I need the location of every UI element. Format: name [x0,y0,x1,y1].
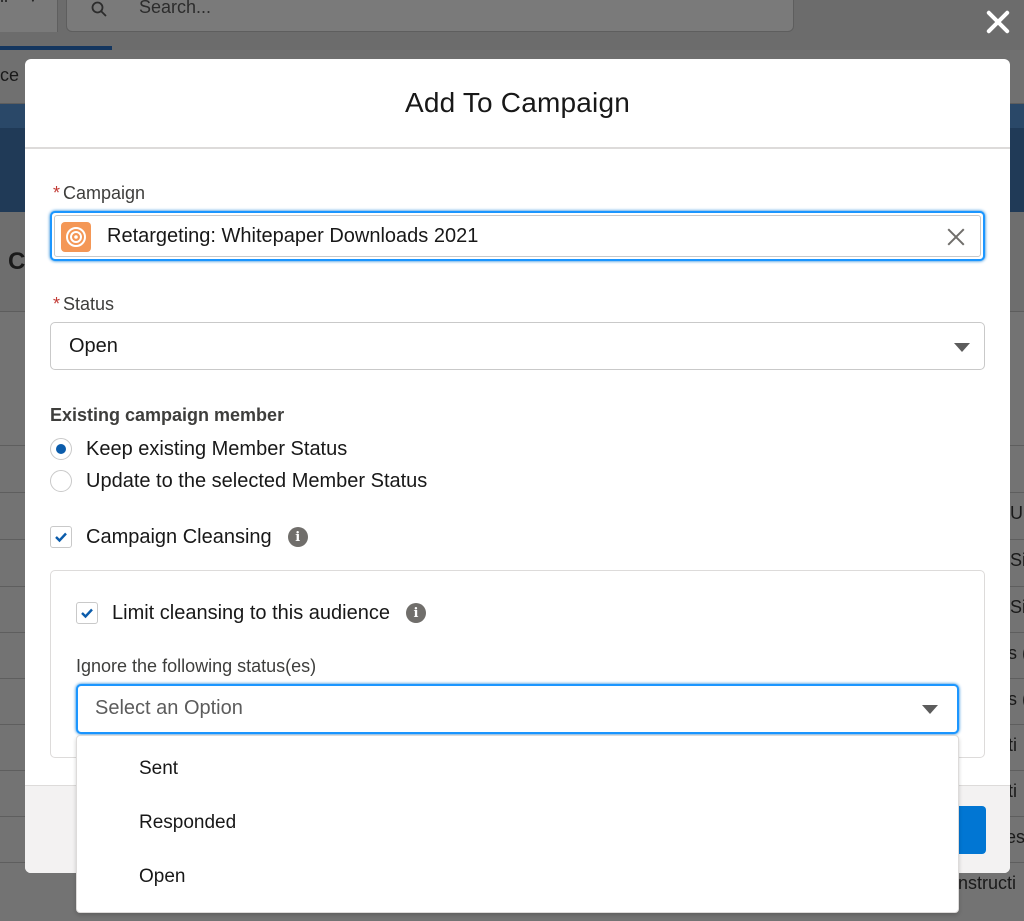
campaign-cleansing-checkbox-row[interactable]: Campaign Cleansing i [50,524,308,550]
radio-update-status[interactable]: Update to the selected Member Status [50,468,427,494]
table-cell: s ( [1008,643,1024,663]
campaign-label-text: Campaign [63,183,146,203]
chevron-down-icon [954,343,970,352]
campaign-cleansing-checkbox[interactable] [50,526,72,548]
nav-item-text: ce [0,65,20,85]
ignore-status-label: Ignore the following status(es) [76,656,317,676]
combobox-placeholder: Select an Option [95,697,243,719]
listbox-option-responded[interactable]: Responded [77,798,958,852]
status-label-text: Status [63,294,115,314]
search-icon [91,1,107,17]
chevron-down-icon: ▼ [26,0,40,5]
clear-selection-icon[interactable] [945,226,967,248]
checkbox-label: Limit cleansing to this audience [112,601,390,624]
listbox-option-open[interactable]: Open [77,852,958,906]
table-cell: nstructi [958,873,1017,893]
option-label: Responded [139,812,237,833]
limit-cleansing-checkbox[interactable] [76,602,98,624]
option-label: Open [139,866,186,887]
campaign-selected-pill: Retargeting: Whitepaper Downloads 2021 [54,215,981,257]
modal-title: Add To Campaign [404,87,631,118]
radio-button[interactable] [50,470,72,492]
limit-cleansing-checkbox-row[interactable]: Limit cleansing to this audience i [76,600,426,626]
table-cell: U [1010,503,1023,523]
campaign-value: Retargeting: Whitepaper Downloads 2021 [107,225,479,247]
radio-label: Keep existing Member Status [86,437,348,460]
existing-member-heading: Existing campaign member [50,405,285,425]
radio-keep-existing-status[interactable]: Keep existing Member Status [50,436,347,462]
table-cell: Si [1010,550,1024,570]
search-scope-label: ll [0,0,8,7]
listbox-option-sent[interactable]: Sent [77,744,958,798]
ignore-status-combobox[interactable]: Select an Option [76,684,959,734]
required-indicator: * [53,294,61,314]
search-placeholder: Search... [139,0,212,17]
checkbox-label: Campaign Cleansing [86,525,272,548]
list-title-fragment: C [8,248,26,275]
campaign-lookup[interactable]: Retargeting: Whitepaper Downloads 2021 [50,211,985,261]
global-search-box: Search... [66,0,794,32]
table-cell: Si [1010,597,1024,617]
search-scope-selector: ll ▼ [0,0,58,32]
table-cell: s ( [1008,689,1024,709]
campaign-target-icon [61,222,91,252]
modal-header: Add To Campaign [25,59,1010,149]
checkmark-icon [81,608,93,619]
status-field-label: * Status [53,294,114,315]
checkmark-icon [55,532,67,543]
option-label: Sent [139,758,179,779]
info-icon[interactable]: i [287,527,308,547]
campaign-field-label: * Campaign [53,183,145,204]
chevron-down-icon [922,705,938,714]
radio-button-selected[interactable] [50,438,72,460]
ignore-status-listbox: Sent Responded Open [76,735,959,913]
info-icon[interactable]: i [405,603,426,623]
status-select[interactable]: Open [50,322,985,370]
status-value: Open [69,335,118,357]
radio-label: Update to the selected Member Status [86,469,428,492]
required-indicator: * [53,183,61,203]
close-modal-icon[interactable] [980,4,1016,40]
